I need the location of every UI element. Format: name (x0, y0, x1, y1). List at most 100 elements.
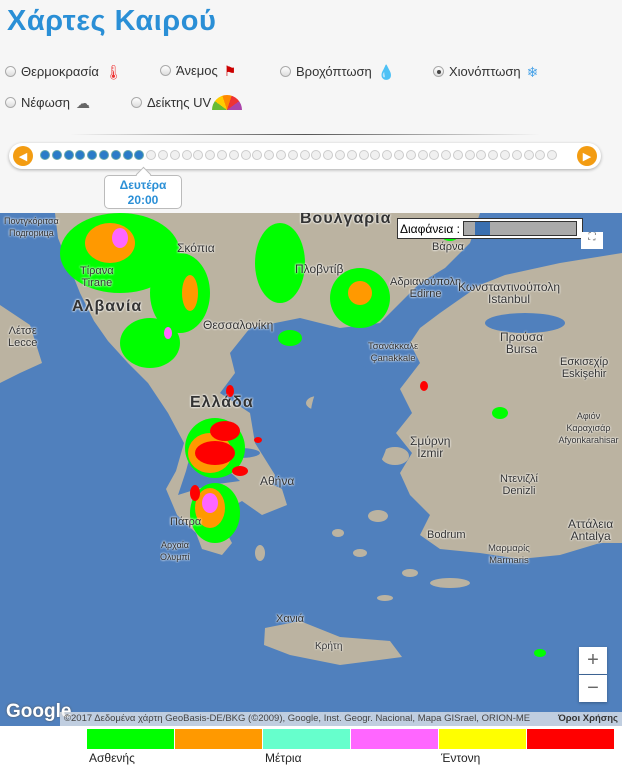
country-label: Ελλάδα (190, 394, 254, 411)
timeline-step[interactable] (299, 150, 310, 160)
timeline-step[interactable] (370, 150, 381, 160)
city-label: Προύσα Bursa (500, 330, 544, 356)
timeline-tooltip: Δευτέρα 20:00 (104, 175, 182, 209)
timeline-step[interactable] (287, 150, 298, 160)
timeline-step[interactable] (464, 150, 475, 160)
timeline-step[interactable] (346, 150, 357, 160)
legend-swatch (175, 729, 262, 749)
layer-temperature[interactable]: Θερμοκρασία 🌡 (5, 64, 123, 79)
tooltip-time: 20:00 (127, 193, 159, 207)
fullscreen-icon[interactable]: ⛶ (581, 232, 603, 249)
timeline-slider[interactable]: ◀ ▶ (9, 143, 601, 169)
timeline-step[interactable] (547, 150, 558, 160)
timeline-step[interactable] (87, 150, 98, 160)
timeline-step[interactable] (311, 150, 322, 160)
timeline-step[interactable] (334, 150, 345, 160)
intensity-legend (87, 729, 614, 749)
chevron-right-icon[interactable]: ▶ (577, 146, 597, 166)
timeline-step[interactable] (110, 150, 121, 160)
weather-map[interactable]: Ποντγκόριτσα Подгорица Τίρανα Tirane Αλβαν… (0, 213, 622, 726)
timeline-step[interactable] (393, 150, 404, 160)
country-label: Αλβανία (72, 298, 143, 315)
layer-snow[interactable]: Χιονόπτωση ❄ (433, 64, 538, 79)
timeline-step[interactable] (441, 150, 452, 160)
zoom-out-button[interactable]: − (579, 675, 607, 702)
layer-label: Χιονόπτωση (449, 64, 521, 79)
city-label: Σμύρνη İzmir (410, 434, 451, 460)
timeline-step[interactable] (157, 150, 168, 160)
transparency-slider[interactable] (462, 221, 577, 236)
city-label: Χανιά (276, 613, 304, 625)
terms-link[interactable]: Όροι Χρήσης (558, 713, 618, 725)
timeline-step[interactable] (275, 150, 286, 160)
radio[interactable] (131, 97, 142, 108)
timeline-step[interactable] (417, 150, 428, 160)
timeline-step[interactable] (51, 150, 62, 160)
chevron-left-icon[interactable]: ◀ (13, 146, 33, 166)
timeline-step[interactable] (40, 150, 50, 160)
timeline-step[interactable] (205, 150, 216, 160)
timeline-step[interactable] (535, 150, 546, 160)
timeline-step[interactable] (452, 150, 463, 160)
legend-swatch (439, 729, 526, 749)
radio[interactable] (280, 66, 291, 77)
timeline-step[interactable] (122, 150, 133, 160)
timeline-steps[interactable] (40, 150, 558, 160)
timeline-step[interactable] (146, 150, 157, 160)
map-attribution: ©2017 Δεδομένα χάρτη GeoBasis-DE/BKG (©2… (60, 712, 622, 726)
timeline-step[interactable] (358, 150, 369, 160)
legend-swatch (87, 729, 174, 749)
timeline-step[interactable] (75, 150, 86, 160)
layer-clouds[interactable]: Νέφωση ☁ (5, 95, 90, 110)
timeline-step[interactable] (476, 150, 487, 160)
uv-gauge-icon (212, 95, 243, 110)
layer-uv[interactable]: Δείκτης UV (131, 95, 243, 110)
layer-label: Δείκτης UV (147, 95, 212, 110)
timeline-step[interactable] (264, 150, 275, 160)
timeline-step[interactable] (252, 150, 263, 160)
timeline-step[interactable] (228, 150, 239, 160)
transparency-control: Διαφάνεια : (397, 218, 583, 239)
layer-wind[interactable]: Άνεμος ⚑ (160, 63, 236, 78)
wind-flag-icon: ⚑ (223, 62, 237, 79)
timeline-step[interactable] (500, 150, 511, 160)
timeline-step[interactable] (98, 150, 109, 160)
timeline-step[interactable] (134, 150, 145, 160)
timeline-step[interactable] (511, 150, 522, 160)
timeline-step[interactable] (240, 150, 251, 160)
city-label: Θεσσαλονίκη (203, 318, 274, 332)
island-label: Κρήτη (315, 641, 343, 652)
timeline-step[interactable] (216, 150, 227, 160)
city-label: Βάρνα (432, 241, 464, 253)
legend-label-strong: Έντονη (441, 751, 481, 765)
city-label: Κωνσταντινούπολη Istanbul (458, 280, 561, 306)
legend-label-moderate: Μέτρια (265, 751, 302, 765)
snowflake-icon: ❄ (526, 63, 539, 80)
radio-selected[interactable] (433, 66, 444, 77)
timeline-step[interactable] (193, 150, 204, 160)
timeline-step[interactable] (169, 150, 180, 160)
zoom-in-button[interactable]: + (579, 647, 607, 674)
timeline-step[interactable] (488, 150, 499, 160)
timeline-step[interactable] (382, 150, 393, 160)
cloud-icon: ☁ (76, 94, 91, 111)
city-label: Πάτρα (170, 516, 202, 528)
divider (70, 134, 540, 135)
timeline-step[interactable] (429, 150, 440, 160)
legend-swatch (263, 729, 350, 749)
timeline-step[interactable] (405, 150, 416, 160)
radio[interactable] (5, 97, 16, 108)
timeline-step[interactable] (523, 150, 534, 160)
layer-label: Θερμοκρασία (21, 64, 99, 79)
city-label: Αφιόν Καραχισάρ Afyonkarahisar (558, 411, 619, 445)
layer-rain[interactable]: Βροχόπτωση 💧 (280, 64, 395, 79)
layer-label: Νέφωση (21, 95, 71, 110)
city-label: Σκόπια (177, 241, 215, 255)
timeline-step[interactable] (63, 150, 74, 160)
city-label: Bodrum (427, 529, 466, 541)
slider-handle[interactable] (475, 222, 491, 235)
radio[interactable] (5, 66, 16, 77)
radio[interactable] (160, 65, 171, 76)
timeline-step[interactable] (323, 150, 334, 160)
timeline-step[interactable] (181, 150, 192, 160)
